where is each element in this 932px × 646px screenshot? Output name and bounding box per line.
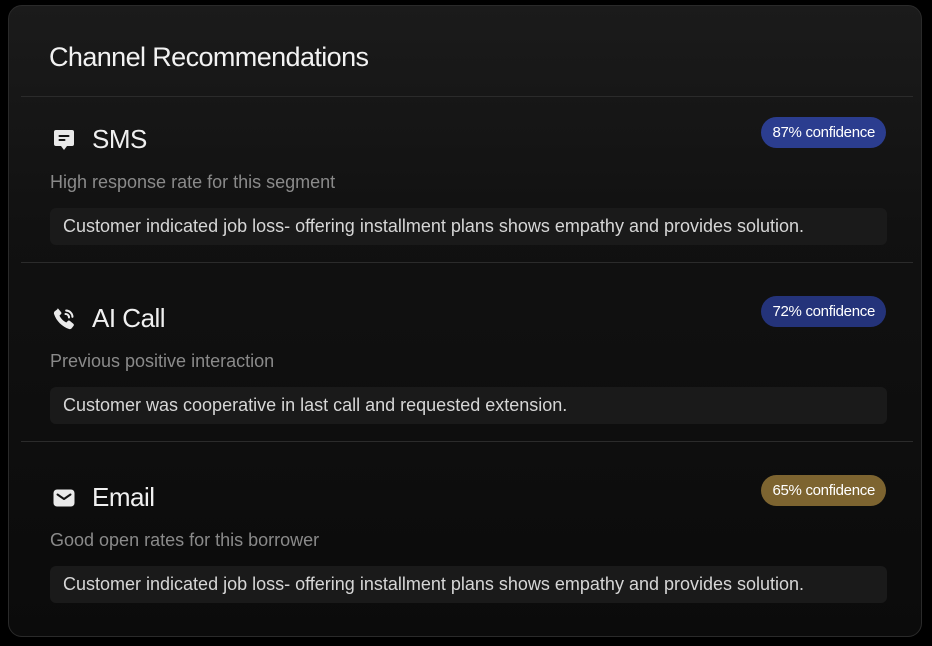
panel-title: Channel Recommendations [49,42,369,72]
channel-recommendations-panel: Channel Recommendations SMS 87% confiden… [8,5,922,637]
chat-bubble-icon [51,127,77,153]
channel-name: SMS [92,124,147,154]
confidence-badge: 65% confidence [761,475,886,506]
recommendation-detail: Customer indicated job loss- offering in… [50,566,887,603]
divider [21,262,913,263]
confidence-badge: 87% confidence [761,117,886,148]
channel-name: AI Call [92,303,166,333]
recommendation-reason: Previous positive interaction [50,351,275,371]
recommendation-detail: Customer was cooperative in last call an… [50,387,887,424]
recommendation-detail: Customer indicated job loss- offering in… [50,208,887,245]
recommendation-reason: High response rate for this segment [50,172,336,192]
envelope-icon [51,485,77,511]
recommendation-reason: Good open rates for this borrower [50,530,320,550]
confidence-badge: 72% confidence [761,296,886,327]
divider [21,441,913,442]
phone-call-icon [51,306,77,332]
channel-name: Email [92,482,155,512]
divider [21,96,913,97]
